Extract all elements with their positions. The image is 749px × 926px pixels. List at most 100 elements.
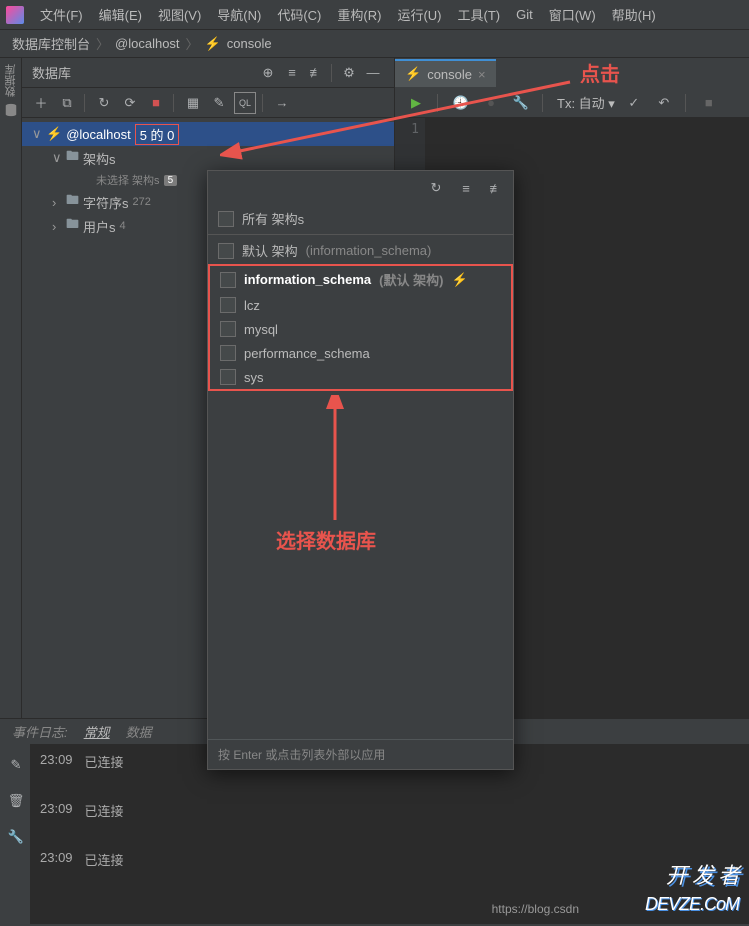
target-icon[interactable]: ⊕ [257, 62, 279, 84]
copy-icon[interactable]: ⧉ [56, 92, 78, 114]
chevron-down-icon: ∨ [52, 150, 62, 166]
item-hint: (information_schema) [306, 243, 432, 258]
log-text: 已连接 [85, 850, 124, 869]
chevron-down-icon: ▾ [608, 96, 615, 111]
checkbox[interactable] [220, 369, 236, 385]
node-label: @localhost [66, 127, 131, 142]
lightning-icon: ⚡ [451, 272, 467, 288]
popup-footer: 按 Enter 或点击列表外部以应用 [208, 739, 513, 769]
line-number: 1 [401, 122, 419, 137]
hint-label: 未选择 架构s [96, 172, 160, 188]
count-badge: 5 [164, 175, 178, 186]
menu-view[interactable]: 视图(V) [150, 1, 209, 28]
go-icon[interactable]: → [271, 92, 293, 114]
popup-item-schema[interactable]: information_schema (默认 架构) ⚡ [210, 266, 511, 293]
checkbox[interactable] [218, 243, 234, 259]
run-icon[interactable]: ▶ [405, 92, 427, 114]
panel-title: 数据库 [32, 63, 255, 82]
expand-icon[interactable]: ≡ [455, 177, 477, 199]
highlighted-schema-group: information_schema (默认 架构) ⚡ lcz mysql p… [208, 264, 513, 391]
breadcrumb-separator: 〉 [186, 34, 199, 53]
stop-icon[interactable]: ■ [145, 92, 167, 114]
tree-node-schemas[interactable]: ∨ 🖿 架构s [22, 146, 394, 170]
editor-tab-console[interactable]: ⚡ console × [395, 59, 496, 87]
menu-code[interactable]: 代码(C) [269, 1, 329, 28]
commit-icon[interactable]: ✓ [623, 92, 645, 114]
menu-help[interactable]: 帮助(H) [604, 1, 664, 28]
log-entry: 23:09 已连接 [40, 801, 739, 820]
folder-icon: 🖿 [66, 147, 79, 169]
gear-icon[interactable]: ⚙ [338, 62, 360, 84]
edit-icon[interactable]: ✎ [5, 754, 27, 776]
checkbox[interactable] [220, 321, 236, 337]
chevron-down-icon: ∨ [32, 126, 42, 142]
ql-icon[interactable]: QL [234, 92, 256, 114]
popup-item-schema[interactable]: sys [210, 365, 511, 389]
item-label: 默认 架构 [242, 241, 298, 260]
stop-icon[interactable]: ■ [698, 92, 720, 114]
panel-header: 数据库 ⊕ ≡ ≢ ⚙ — [22, 58, 394, 88]
refresh-icon[interactable]: ↻ [93, 92, 115, 114]
minimize-icon[interactable]: — [362, 62, 384, 84]
edit-icon[interactable]: ✎ [208, 92, 230, 114]
chevron-right-icon: › [52, 219, 62, 234]
menu-git[interactable]: Git [508, 3, 541, 26]
database-icon: ⚡ [46, 126, 62, 142]
close-icon[interactable]: × [478, 67, 486, 82]
menu-edit[interactable]: 编辑(E) [91, 1, 150, 28]
watermark: 开 发 者 DEVZE.CoM https://blog.csdn [645, 858, 739, 916]
sync-icon[interactable]: ⟳ [119, 92, 141, 114]
tab-general[interactable]: 常规 [84, 722, 110, 741]
popup-item-schema[interactable]: mysql [210, 317, 511, 341]
menu-run[interactable]: 运行(U) [389, 1, 449, 28]
menu-tools[interactable]: 工具(T) [449, 1, 508, 28]
tx-dropdown[interactable]: Tx: 自动 ▾ [557, 93, 615, 112]
table-icon[interactable]: ▦ [182, 92, 204, 114]
add-icon[interactable]: ＋ [30, 92, 52, 114]
item-label: sys [244, 370, 264, 385]
breadcrumb-item[interactable]: console [227, 36, 272, 51]
log-entry: 23:09 已连接 [40, 850, 739, 869]
collapse-icon[interactable]: ≢ [305, 62, 327, 84]
expand-icon[interactable]: ≡ [281, 62, 303, 84]
log-toolbar: ✎ 🗑 🔧 [0, 744, 30, 924]
node-label: 用户s [83, 217, 116, 236]
breadcrumb-item[interactable]: @localhost [115, 36, 180, 51]
circle-icon[interactable]: ● [480, 92, 502, 114]
database-tab-vertical[interactable]: 数据库 [3, 64, 19, 97]
menu-file[interactable]: 文件(F) [32, 1, 91, 28]
menu-navigate[interactable]: 导航(N) [209, 1, 269, 28]
tab-data[interactable]: 数据 [126, 722, 152, 741]
checkbox[interactable] [220, 297, 236, 313]
wrench-icon[interactable]: 🔧 [5, 826, 27, 848]
checkbox[interactable] [220, 272, 236, 288]
editor-tabs: ⚡ console × [395, 58, 749, 88]
checkbox[interactable] [220, 345, 236, 361]
popup-list: 所有 架构s 默认 架构 (information_schema) inform… [208, 205, 513, 399]
popup-item-all[interactable]: 所有 架构s [208, 205, 513, 232]
count-badge-highlighted: 5 的 0 [135, 124, 180, 145]
menu-window[interactable]: 窗口(W) [541, 1, 604, 28]
item-label: 所有 架构s [242, 209, 304, 228]
refresh-icon[interactable]: ↻ [425, 177, 447, 199]
menubar: 文件(F) 编辑(E) 视图(V) 导航(N) 代码(C) 重构(R) 运行(U… [0, 0, 749, 30]
popup-item-schema[interactable]: performance_schema [210, 341, 511, 365]
checkbox[interactable] [218, 211, 234, 227]
rollback-icon[interactable]: ↶ [653, 92, 675, 114]
folder-icon: 🖿 [66, 215, 79, 237]
breadcrumb-item[interactable]: 数据库控制台 [12, 34, 90, 53]
popup-item-schema[interactable]: lcz [210, 293, 511, 317]
trash-icon[interactable]: 🗑 [5, 790, 27, 812]
item-label: information_schema [244, 272, 371, 287]
tree-node-localhost[interactable]: ∨ ⚡ @localhost 5 的 0 [22, 122, 394, 146]
popup-item-default[interactable]: 默认 架构 (information_schema) [208, 237, 513, 264]
count-label: 272 [133, 196, 151, 208]
clock-icon[interactable]: 🕘 [450, 92, 472, 114]
log-time: 23:09 [40, 801, 73, 820]
node-label: 字符序s [83, 193, 129, 212]
console-icon: ⚡ [205, 36, 221, 52]
menu-refactor[interactable]: 重构(R) [329, 1, 389, 28]
collapse-icon[interactable]: ≢ [485, 177, 507, 199]
item-hint: (默认 架构) [379, 270, 443, 289]
wrench-icon[interactable]: 🔧 [510, 92, 532, 114]
